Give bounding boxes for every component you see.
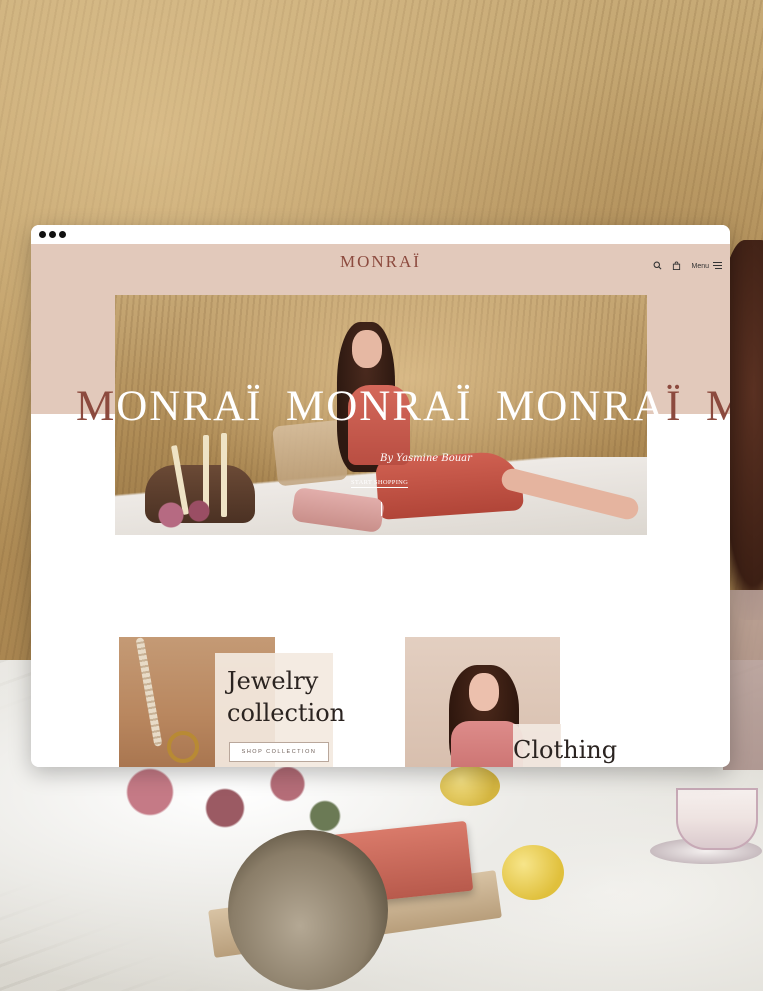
website: MONRAÏ Menu By Yasmine Bouar START SHOPP…	[31, 244, 730, 767]
site-logo[interactable]: MONRAÏ	[31, 252, 730, 272]
necklace-chain	[135, 637, 163, 747]
window-controls	[39, 231, 66, 238]
background-teapot	[228, 830, 388, 990]
menu-label: Menu	[691, 262, 709, 270]
clothing-model-face	[469, 673, 499, 711]
background-flowers	[100, 760, 350, 840]
hero-model-face	[352, 330, 382, 368]
browser-window: MONRAÏ Menu By Yasmine Bouar START SHOPP…	[31, 225, 730, 767]
bag-icon[interactable]	[672, 257, 681, 275]
search-icon[interactable]	[653, 257, 662, 275]
window-dot[interactable]	[59, 231, 66, 238]
site-nav: MONRAÏ Menu	[31, 244, 730, 282]
jewelry-title-line2: collection	[227, 699, 346, 727]
background-lemon	[440, 766, 500, 806]
scroll-indicator	[381, 502, 382, 516]
window-dot[interactable]	[49, 231, 56, 238]
jewelry-title-line1: Jewelry	[227, 667, 319, 695]
window-dot[interactable]	[39, 231, 46, 238]
hero-candle	[221, 433, 227, 517]
hero-image: By Yasmine Bouar START SHOPPING	[115, 295, 647, 535]
browser-titlebar	[31, 225, 730, 244]
shop-collection-button[interactable]: SHOP COLLECTION	[229, 742, 329, 762]
jewelry-collection-title: Jewelry collection	[227, 665, 367, 729]
start-shopping-link[interactable]: START SHOPPING	[351, 479, 409, 488]
clothing-collection-title: Clothing	[513, 736, 618, 764]
hero-signature: By Yasmine Bouar	[380, 453, 472, 464]
background-lemon	[502, 845, 564, 900]
necklace-clasp	[167, 731, 199, 763]
hamburger-icon	[713, 261, 722, 271]
background-teacup	[676, 788, 758, 850]
menu-button[interactable]: Menu	[691, 261, 722, 271]
hero-flowers	[150, 495, 220, 535]
nav-actions: Menu	[653, 257, 722, 275]
